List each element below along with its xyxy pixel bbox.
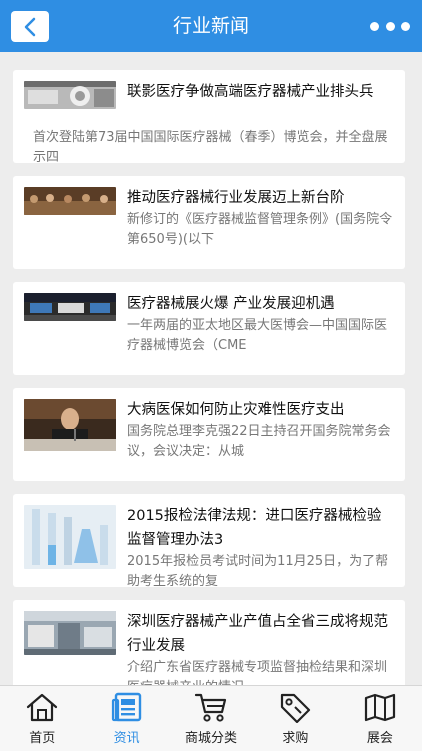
map-icon (364, 693, 395, 722)
list-item[interactable]: 联影医疗争做高端医疗器械产业排头兵 首次登陆第73届中国国际医疗器械（春季）博览… (13, 70, 405, 163)
tab-purchase[interactable]: 求购 (253, 686, 337, 751)
list-item[interactable]: 大病医保如何防止灾难性医疗支出 国务院总理李克强22日主持召开国务院常务会议，会… (13, 388, 405, 481)
more-dots-icon (370, 21, 379, 31)
home-icon (27, 693, 58, 722)
tab-shop-categories[interactable]: 商城分类 (169, 686, 253, 751)
tab-label: 商城分类 (185, 731, 238, 746)
tab-label: 展会 (366, 731, 393, 746)
news-icon (111, 692, 141, 722)
lab-equipment-photo (24, 611, 116, 655)
conference-photo (24, 187, 116, 215)
article-title: 推动医疗器械行业发展迈上新台阶 (127, 190, 345, 206)
tab-label: 资讯 (113, 731, 140, 746)
list-item[interactable]: 2015报检法律法规：进口医疗器械检验监督管理办法3 2015年报检员考试时间为… (13, 494, 405, 587)
page-title: 行业新闻 (172, 15, 249, 37)
article-desc: 介绍广东省医疗器械专项监督抽检结果和深圳医疗器械产业的情况 (127, 660, 388, 685)
tag-icon (281, 693, 311, 723)
article-desc: 2015年报检员考试时间为11月25日，为了帮助考生系统的复 (127, 554, 389, 587)
medical-scanner-photo (24, 81, 116, 109)
expo-hall-photo (24, 293, 116, 321)
lab-glassware-photo (24, 505, 116, 569)
tab-label: 首页 (29, 731, 56, 746)
list-item[interactable]: 医疗器械展火爆 产业发展迎机遇 一年两届的亚太地区最大医博会—中国国际医疗器械博… (13, 282, 405, 375)
news-list: 联影医疗争做高端医疗器械产业排头兵 首次登陆第73届中国国际医疗器械（春季）博览… (0, 52, 422, 685)
list-item[interactable]: 推动医疗器械行业发展迈上新台阶 新修订的《医疗器械监督管理条例》(国务院令第65… (13, 176, 405, 269)
article-desc: 一年两届的亚太地区最大医博会—中国国际医疗器械博览会（CME (127, 318, 388, 353)
tab-news[interactable]: 资讯 (84, 686, 168, 751)
article-title: 2015报检法律法规：进口医疗器械检验监督管理办法3 (127, 508, 382, 548)
list-item[interactable]: 深圳医疗器械产业产值占全省三成将规范行业发展 介绍广东省医疗器械专项监督抽检结果… (13, 600, 405, 685)
more-button[interactable] (370, 15, 410, 37)
tab-label: 求购 (282, 731, 309, 746)
cart-icon (194, 693, 227, 722)
bottom-tab-bar: 首页 资讯 商城分类 求购 展会 (0, 685, 422, 751)
article-desc: 首次登陆第73届中国国际医疗器械（春季）博览会，并全盘展示四 (33, 130, 388, 163)
article-desc: 国务院总理李克强22日主持召开国务院常务会议，会议决定：从城 (127, 424, 391, 459)
article-title: 深圳医疗器械产业产值占全省三成将规范行业发展 (127, 614, 388, 654)
meeting-speaker-photo (24, 399, 116, 461)
article-title: 大病医保如何防止灾难性医疗支出 (127, 402, 345, 418)
tab-home[interactable]: 首页 (0, 686, 84, 751)
article-desc: 新修订的《医疗器械监督管理条例》(国务院令第650号)(以下 (127, 212, 393, 247)
article-title: 医疗器械展火爆 产业发展迎机遇 (127, 296, 335, 312)
top-bar: 行业新闻 (0, 0, 422, 52)
article-title: 联影医疗争做高端医疗器械产业排头兵 (127, 84, 374, 100)
tab-exhibitions[interactable]: 展会 (338, 686, 422, 751)
